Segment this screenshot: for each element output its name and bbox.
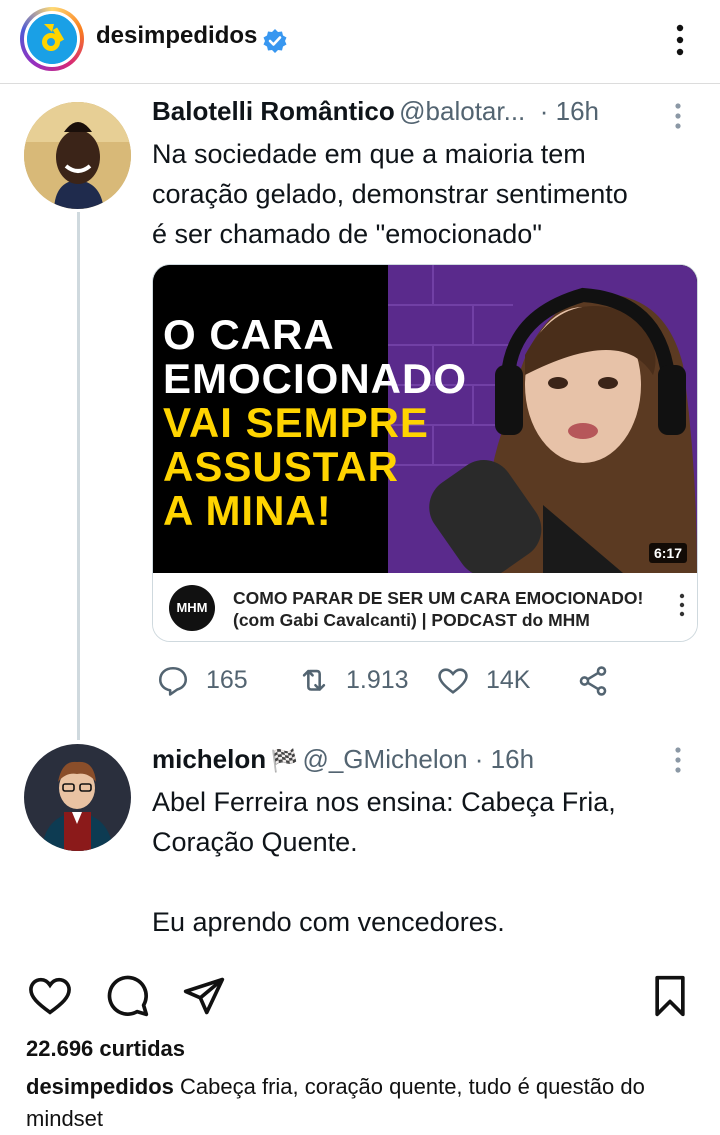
thumbnail-line-2: EMOCIONADO bbox=[163, 355, 467, 402]
tweet1-header: Balotelli Romântico @balotar... · 16h bbox=[152, 96, 599, 127]
header-divider bbox=[0, 83, 720, 84]
video-thumbnail[interactable]: O CARA EMOCIONADO VAI SEMPRE ASSUSTAR A … bbox=[153, 265, 697, 573]
tweet2-more-icon[interactable] bbox=[670, 744, 686, 778]
thumbnail-line-1: O CARA bbox=[163, 311, 335, 358]
caption-username[interactable]: desimpedidos bbox=[26, 1074, 174, 1099]
michelon-avatar-icon bbox=[24, 744, 131, 851]
post-comment-icon[interactable] bbox=[106, 974, 150, 1018]
tweet2-header: michelon 🏁 @_GMichelon · 16h bbox=[152, 744, 534, 775]
like-icon[interactable] bbox=[436, 664, 470, 698]
tweet1-actions: 165 1.913 14K bbox=[156, 662, 636, 702]
thumbnail-line-3: VAI SEMPRE bbox=[163, 399, 429, 446]
channel-logo[interactable]: MHM bbox=[169, 585, 215, 631]
video-title-line-1: COMO PARAR DE SER UM CARA EMOCIONADO! bbox=[233, 588, 644, 608]
retweet-icon[interactable] bbox=[296, 664, 332, 698]
tweet1-avatar[interactable] bbox=[24, 102, 131, 209]
balotelli-photo-icon bbox=[24, 102, 131, 209]
tweet1-handle[interactable]: @balotar... bbox=[399, 96, 525, 126]
tweet1-time: · 16h bbox=[539, 96, 600, 126]
post-username[interactable]: desimpedidos bbox=[96, 22, 257, 50]
video-duration: 6:17 bbox=[648, 543, 687, 563]
thumbnail-line-4: ASSUSTAR bbox=[163, 443, 399, 490]
profile-avatar[interactable] bbox=[24, 11, 80, 67]
post-options-icon[interactable] bbox=[670, 20, 690, 60]
verified-badge-icon bbox=[263, 29, 287, 53]
video-title-line-2: (com Gabi Cavalcanti) | PODCAST do MHM bbox=[233, 610, 590, 630]
tweet1-more-icon[interactable] bbox=[670, 100, 686, 134]
tweet2-avatar[interactable] bbox=[24, 744, 131, 851]
like-count: 14K bbox=[486, 666, 531, 694]
tweet2-name[interactable]: michelon bbox=[152, 744, 266, 774]
retweet-count: 1.913 bbox=[346, 666, 409, 694]
post-actions bbox=[0, 970, 720, 1020]
share-icon[interactable] bbox=[576, 664, 610, 698]
post-save-icon[interactable] bbox=[650, 974, 690, 1018]
tweet1-text: Na sociedade em que a maioria tem coraçã… bbox=[152, 139, 628, 249]
video-info[interactable]: MHM COMO PARAR DE SER UM CARA EMOCIONADO… bbox=[153, 573, 697, 641]
desimpedidos-logo-icon bbox=[27, 14, 77, 64]
video-more-icon[interactable] bbox=[677, 591, 687, 621]
tweet2-text: Abel Ferreira nos ensina: Cabeça Fria, C… bbox=[152, 787, 616, 937]
reply-count: 165 bbox=[206, 666, 248, 694]
post-share-icon[interactable] bbox=[182, 974, 226, 1018]
post-like-icon[interactable] bbox=[28, 976, 72, 1016]
tweet1-name[interactable]: Balotelli Romântico bbox=[152, 96, 395, 126]
video-card[interactable]: O CARA EMOCIONADO VAI SEMPRE ASSUSTAR A … bbox=[152, 264, 698, 642]
tweet2-handle[interactable]: @_GMichelon · 16h bbox=[302, 744, 534, 774]
thumbnail-headline: O CARA EMOCIONADO VAI SEMPRE ASSUSTAR A … bbox=[163, 313, 467, 533]
reply-icon[interactable] bbox=[156, 664, 190, 698]
checkered-flag-icon: 🏁 bbox=[270, 748, 298, 773]
post-caption: desimpedidos Cabeça fria, coração quente… bbox=[26, 1071, 706, 1135]
thumbnail-line-5: A MINA! bbox=[163, 487, 332, 534]
thread-line bbox=[77, 212, 80, 740]
likes-count[interactable]: 22.696 curtidas bbox=[26, 1036, 185, 1062]
